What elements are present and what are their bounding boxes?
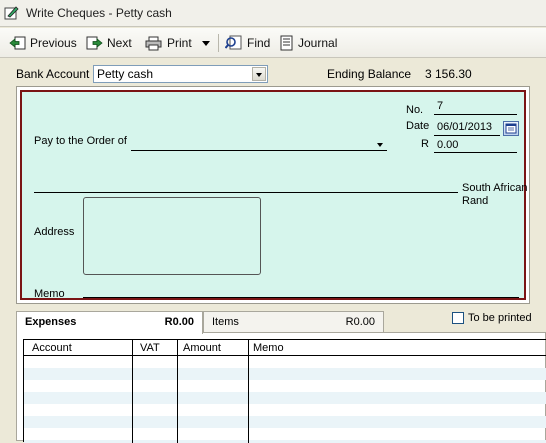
bank-account-value: Petty cash (97, 67, 154, 81)
tab-items-label: Items (212, 316, 239, 328)
tab-items[interactable]: Items R0.00 (203, 311, 384, 332)
detail-tabs: Expenses R0.00 Items R0.00 (16, 311, 546, 334)
column-divider (132, 340, 133, 443)
print-button[interactable]: Print (145, 33, 192, 53)
column-header-vat[interactable]: VAT (140, 342, 160, 354)
column-divider (177, 340, 178, 443)
tab-items-amount: R0.00 (345, 316, 375, 328)
find-icon (225, 35, 242, 50)
calendar-button[interactable] (503, 121, 519, 136)
tab-expenses[interactable]: Expenses R0.00 (16, 311, 203, 334)
amount-field[interactable]: 0.00 (437, 139, 458, 151)
memo-label: Memo (34, 288, 65, 300)
cheque: No. 7 Date 06/01/2013 R 0.00 Pay to the … (20, 90, 528, 300)
column-header-memo[interactable]: Memo (253, 342, 284, 354)
printer-icon (145, 36, 162, 50)
journal-icon (280, 35, 293, 51)
payee-dropdown[interactable] (374, 139, 388, 151)
previous-button[interactable]: Previous (9, 33, 77, 53)
amount-currency-label: R (421, 138, 429, 150)
journal-button[interactable]: Journal (280, 33, 337, 53)
to-be-printed-label: To be printed (468, 312, 532, 324)
column-header-account[interactable]: Account (32, 342, 72, 354)
cheque-app-icon (4, 6, 19, 20)
ending-balance-label: Ending Balance (327, 67, 412, 81)
previous-label: Previous (30, 36, 77, 50)
expenses-table: Account VAT Amount Memo (23, 339, 546, 443)
bank-account-row: Bank Account Petty cash Ending Balance 3… (0, 62, 546, 86)
chevron-down-icon[interactable] (252, 67, 266, 81)
expenses-grid: Account VAT Amount Memo (16, 332, 546, 443)
find-button[interactable]: Find (225, 33, 270, 53)
cheque-no-underline (434, 114, 517, 115)
window-title: Write Cheques - Petty cash (26, 6, 172, 20)
next-icon (86, 36, 103, 49)
amount-words-line (34, 192, 458, 193)
toolbar: Previous Next Print Find Journal (0, 28, 546, 58)
previous-icon (9, 36, 26, 49)
currency-name: South African Rand (462, 182, 528, 207)
chevron-down-icon (202, 40, 210, 46)
find-label: Find (247, 36, 271, 50)
toolbar-separator (218, 34, 219, 52)
address-field[interactable] (83, 197, 261, 275)
bank-account-label: Bank Account (16, 67, 90, 81)
cheque-date-underline (434, 135, 500, 136)
cheque-date-label: Date (406, 120, 430, 132)
ending-balance-value: 3 156.30 (425, 67, 472, 81)
cheque-frame: No. 7 Date 06/01/2013 R 0.00 Pay to the … (16, 86, 530, 304)
title-bar: Write Cheques - Petty cash (0, 0, 546, 27)
print-options-dropdown[interactable] (202, 33, 214, 53)
calendar-icon (505, 123, 517, 134)
grid-header: Account VAT Amount Memo (24, 340, 546, 356)
memo-field[interactable] (83, 297, 519, 298)
tab-expenses-label: Expenses (25, 316, 77, 328)
print-label: Print (167, 36, 192, 50)
to-be-printed-checkbox[interactable] (452, 312, 464, 324)
payee-underline (131, 150, 387, 151)
journal-label: Journal (298, 36, 338, 50)
next-button[interactable]: Next (86, 33, 132, 53)
address-label: Address (34, 226, 75, 238)
table-row[interactable] (24, 392, 546, 404)
column-divider (248, 340, 249, 443)
cheque-no-label: No. (406, 104, 424, 116)
table-row[interactable] (24, 368, 546, 380)
cheque-no-field[interactable]: 7 (437, 100, 443, 112)
next-label: Next (107, 36, 132, 50)
bank-account-select[interactable]: Petty cash (93, 65, 268, 83)
pay-to-label: Pay to the Order of (34, 135, 127, 147)
amount-underline (434, 152, 517, 153)
column-header-amount[interactable]: Amount (183, 342, 221, 354)
table-row[interactable] (24, 416, 546, 428)
cheque-date-field[interactable]: 06/01/2013 (437, 121, 492, 133)
tab-expenses-amount: R0.00 (164, 316, 194, 328)
